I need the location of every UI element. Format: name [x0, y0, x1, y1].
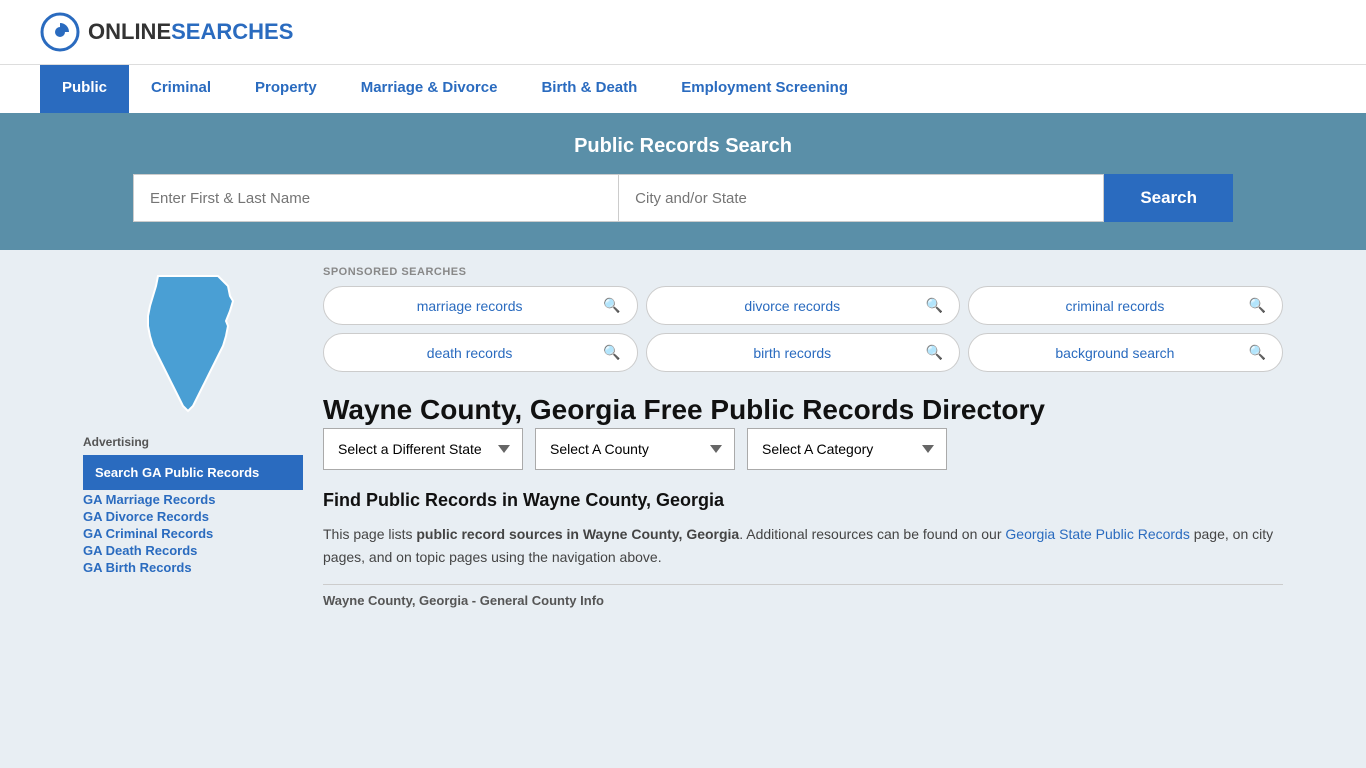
sponsored-text-criminal: criminal records — [985, 298, 1244, 314]
logo-text: ONLINESEARCHES — [88, 19, 293, 45]
search-banner-title: Public Records Search — [40, 135, 1326, 158]
nav-item-criminal[interactable]: Criminal — [129, 65, 233, 113]
search-icon-birth: 🔍 — [926, 344, 943, 361]
logo-plain: ONLINE — [88, 19, 171, 44]
nav-item-birth-death[interactable]: Birth & Death — [519, 65, 659, 113]
sponsored-text-background: background search — [985, 345, 1244, 361]
sponsored-item-criminal[interactable]: criminal records 🔍 — [968, 286, 1283, 325]
find-text-1: This page lists — [323, 526, 416, 542]
search-banner: Public Records Search Search — [0, 113, 1366, 250]
sponsored-text-death: death records — [340, 345, 599, 361]
section-divider — [323, 584, 1283, 585]
sponsored-item-marriage[interactable]: marriage records 🔍 — [323, 286, 638, 325]
header: ONLINESEARCHES — [0, 0, 1366, 64]
name-input[interactable] — [133, 174, 618, 222]
main-content: SPONSORED SEARCHES marriage records 🔍 di… — [323, 266, 1283, 608]
find-description: This page lists public record sources in… — [323, 523, 1283, 568]
georgia-state-link[interactable]: Georgia State Public Records — [1005, 526, 1189, 542]
county-dropdown[interactable]: Select A County — [535, 428, 735, 470]
nav-item-property[interactable]: Property — [233, 65, 339, 113]
sponsored-item-birth[interactable]: birth records 🔍 — [646, 333, 961, 372]
sidebar-link-marriage[interactable]: GA Marriage Records — [83, 492, 303, 507]
sponsored-item-death[interactable]: death records 🔍 — [323, 333, 638, 372]
nav-item-employment[interactable]: Employment Screening — [659, 65, 870, 113]
main-wrapper: Advertising Search GA Public Records GA … — [63, 250, 1303, 624]
city-input[interactable] — [618, 174, 1104, 222]
find-heading: Find Public Records in Wayne County, Geo… — [323, 490, 1283, 511]
state-dropdown[interactable]: Select a Different State — [323, 428, 523, 470]
logo-blue: SEARCHES — [171, 19, 293, 44]
find-text-2: . Additional resources can be found on o… — [739, 526, 1005, 542]
ad-label: Advertising — [83, 435, 303, 449]
sidebar-links: GA Marriage Records GA Divorce Records G… — [83, 492, 303, 575]
sponsored-item-background[interactable]: background search 🔍 — [968, 333, 1283, 372]
search-icon-background: 🔍 — [1249, 344, 1266, 361]
main-nav: Public Criminal Property Marriage & Divo… — [0, 64, 1366, 113]
sponsored-grid: marriage records 🔍 divorce records 🔍 cri… — [323, 286, 1283, 372]
sidebar-link-divorce[interactable]: GA Divorce Records — [83, 509, 303, 524]
logo[interactable]: ONLINESEARCHES — [40, 12, 293, 52]
sidebar-link-birth[interactable]: GA Birth Records — [83, 560, 303, 575]
nav-item-public[interactable]: Public — [40, 65, 129, 113]
search-icon-death: 🔍 — [603, 344, 620, 361]
state-map — [83, 266, 303, 419]
georgia-map-svg — [128, 266, 258, 416]
sponsored-label: SPONSORED SEARCHES — [323, 266, 1283, 278]
sidebar: Advertising Search GA Public Records GA … — [83, 266, 303, 608]
find-bold: public record sources in Wayne County, G… — [416, 526, 739, 542]
logo-icon — [40, 12, 80, 52]
nav-item-marriage-divorce[interactable]: Marriage & Divorce — [339, 65, 520, 113]
search-button[interactable]: Search — [1104, 174, 1233, 222]
sponsored-text-birth: birth records — [663, 345, 922, 361]
category-dropdown[interactable]: Select A Category — [747, 428, 947, 470]
search-icon-marriage: 🔍 — [603, 297, 620, 314]
sidebar-link-criminal[interactable]: GA Criminal Records — [83, 526, 303, 541]
sponsored-item-divorce[interactable]: divorce records 🔍 — [646, 286, 961, 325]
search-icon-criminal: 🔍 — [1249, 297, 1266, 314]
search-icon-divorce: 🔍 — [926, 297, 943, 314]
dropdowns-row: Select a Different State Select A County… — [323, 428, 1283, 470]
sidebar-link-death[interactable]: GA Death Records — [83, 543, 303, 558]
search-form: Search — [133, 174, 1233, 222]
ad-box-active[interactable]: Search GA Public Records — [83, 455, 303, 490]
page-heading: Wayne County, Georgia Free Public Record… — [323, 392, 1283, 428]
sponsored-text-divorce: divorce records — [663, 298, 922, 314]
general-info-label: Wayne County, Georgia - General County I… — [323, 593, 1283, 608]
sponsored-text-marriage: marriage records — [340, 298, 599, 314]
